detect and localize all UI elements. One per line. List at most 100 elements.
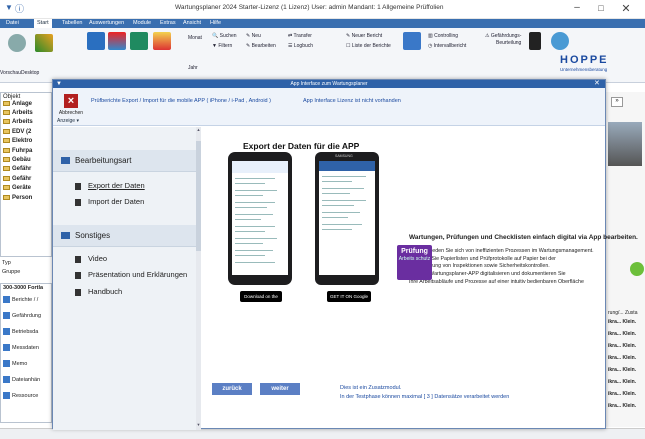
tree-item[interactable]: Gebäu (3, 157, 31, 163)
transfer-button[interactable]: ⇄ Transfer (288, 33, 312, 39)
list-item[interactable]: Gefährdung (3, 312, 41, 319)
list-item[interactable]: Betriebsda (3, 328, 38, 335)
sidebar-scrollbar[interactable]: ▲ ▼ (196, 127, 201, 430)
monat-button[interactable]: Monat (188, 35, 202, 41)
calendar-icon[interactable] (87, 32, 105, 50)
logbuch-button[interactable]: ☰ Logbuch (288, 43, 313, 49)
menu-hilfe[interactable]: Hilfe (210, 20, 221, 26)
info-icon[interactable]: ⓘ (15, 2, 24, 15)
right-panel: » rung/... Zusta ikra... Klein. ikra... … (605, 92, 645, 427)
table-row[interactable]: ikra... Klein. (608, 403, 636, 409)
list-header: 300-3000 Fortla (3, 285, 44, 291)
list-icon[interactable] (153, 32, 171, 50)
app-menu-icon[interactable]: ▼ (5, 3, 13, 12)
table-row[interactable]: ikra... Klein. (608, 331, 636, 337)
filtern-label: Filtern (218, 43, 233, 49)
close-window-button[interactable]: ✕ (619, 2, 633, 16)
tree-item[interactable]: Gefähr (3, 176, 31, 182)
minimize-button[interactable]: – (570, 2, 584, 16)
document-icon (3, 392, 10, 399)
liste-berichte-button[interactable]: ☐ Liste der Berichte (346, 43, 391, 49)
neuer-bericht-button[interactable]: ✎ Neuer Bericht (346, 33, 382, 39)
bearbeiten-button[interactable]: ✎ Bearbeiten (246, 43, 276, 49)
suchen-button[interactable]: 🔍 Suchen (212, 33, 237, 39)
app-store-badge[interactable]: Download on the App Store (240, 291, 282, 310)
google-play-badge[interactable]: GET IT ON Google play (327, 291, 371, 310)
intervallbericht-button[interactable]: ◷ Intervallbericht (428, 43, 466, 49)
pie-icon[interactable] (108, 32, 126, 50)
tree-item[interactable]: Gefähr (3, 166, 31, 172)
menu-auswertungen[interactable]: Auswertungen (89, 20, 124, 26)
neu-button[interactable]: ✎ Neu (246, 33, 261, 39)
table-row[interactable]: ikra... Klein. (608, 379, 636, 385)
description-heading: Wartungen, Prüfungen und Checklisten ein… (409, 234, 638, 241)
tree-item[interactable]: EDV (2 (3, 129, 31, 135)
table-row[interactable]: ikra... Klein. (608, 391, 636, 397)
zurueck-button[interactable]: zurück (212, 383, 252, 395)
status-icon (630, 262, 644, 276)
list-item[interactable]: Ressource (3, 392, 38, 399)
check-icon[interactable] (130, 32, 148, 50)
satellite-icon[interactable] (551, 32, 569, 50)
chart-icon[interactable] (35, 34, 53, 52)
addon-notice: Dies ist ein Zusatzmodul. (340, 385, 402, 391)
description-line: Verabschieden Sie sich von ineffizienten… (409, 248, 594, 254)
list-item[interactable]: Messdaten (3, 344, 39, 351)
tree-item[interactable]: Elektro (3, 138, 32, 144)
scroll-up-icon[interactable]: ▲ (196, 127, 201, 135)
report-big-icon[interactable] (403, 32, 421, 50)
table-row[interactable]: ikra... Klein. (608, 343, 636, 349)
gruppe-filter[interactable]: Gruppe (2, 269, 20, 275)
sidebar-item-handbuch[interactable]: Handbuch (75, 287, 122, 296)
preview-icon[interactable] (8, 34, 26, 52)
filtern-button[interactable]: ▼ Filtern (212, 43, 232, 49)
scroll-down-icon[interactable]: ▼ (196, 422, 201, 430)
abbrechen-button[interactable]: × Abbrechen (57, 92, 85, 120)
expand-right-button[interactable]: » (611, 97, 623, 107)
section-sonstiges[interactable]: Sonstiges (53, 225, 201, 247)
controlling-button[interactable]: ▥ Controlling (428, 33, 458, 39)
menu-ansicht[interactable]: Ansicht (183, 20, 201, 26)
menu-datei[interactable]: Datei (6, 20, 19, 26)
list-item[interactable]: Memo (3, 360, 27, 367)
sidebar-item-video[interactable]: Video (75, 254, 107, 263)
list-item[interactable]: Berichte / / (3, 296, 38, 303)
menu-start[interactable]: Start (34, 19, 52, 28)
table-row[interactable]: ikra... Klein. (608, 355, 636, 361)
tree-item[interactable]: Person (3, 195, 32, 201)
typ-filter[interactable]: Typ (2, 260, 11, 266)
menu-tabellen[interactable]: Tabellen (62, 20, 83, 26)
dialog-close-button[interactable]: ✕ (594, 80, 600, 88)
desktop-label: Desktop (21, 70, 40, 76)
menu-module[interactable]: Module (133, 20, 151, 26)
tree-item[interactable]: Arbeits (3, 110, 33, 116)
dialog-menu-icon[interactable]: ▼ (56, 80, 62, 88)
mobile-icon[interactable] (529, 32, 541, 50)
section-bearbeitungsart[interactable]: Bearbeitungsart (53, 150, 201, 172)
app-interface-dialog: App Interface zum Wartungsplaner ▼ ✕ × A… (52, 79, 638, 430)
maximize-button[interactable]: □ (594, 3, 608, 17)
list-item[interactable]: Dateianhän (3, 376, 40, 383)
suchen-label: Suchen (219, 33, 237, 39)
table-row[interactable]: ikra... Klein. (608, 367, 636, 373)
menu-extras[interactable]: Extras (160, 20, 176, 26)
section-icon (61, 157, 70, 164)
gefaehrdung-button[interactable]: ⚠ Gefährdungs- (485, 33, 521, 39)
tree-item[interactable]: Fuhrpa (3, 148, 32, 154)
anzeige-dropdown[interactable]: Anzeige ▾ (57, 118, 79, 124)
weiter-button[interactable]: weiter (260, 383, 300, 395)
tree-item[interactable]: Anlage (3, 101, 32, 107)
license-info: App Interface Lizenz ist nicht vorhanden (303, 98, 401, 104)
sidebar-item-import[interactable]: Import der Daten (75, 197, 144, 206)
sidebar-item-export[interactable]: Export der Daten (75, 181, 145, 190)
video-icon (75, 255, 81, 263)
section-label: Sonstiges (75, 231, 111, 240)
tree-item[interactable]: Arbeits (3, 119, 33, 125)
sidebar-item-praesentation[interactable]: Präsentation und Erklärungen (75, 270, 187, 279)
table-row[interactable]: ikra... Klein. (608, 319, 636, 325)
description-line: Ihre Arbeitsabläufe und Prozesse auf ein… (409, 278, 584, 285)
tree-item[interactable]: Geräte (3, 185, 31, 191)
jahr-button[interactable]: Jahr (188, 65, 198, 71)
scroll-thumb[interactable] (196, 141, 201, 251)
search-icon: 🔍 (212, 33, 220, 39)
